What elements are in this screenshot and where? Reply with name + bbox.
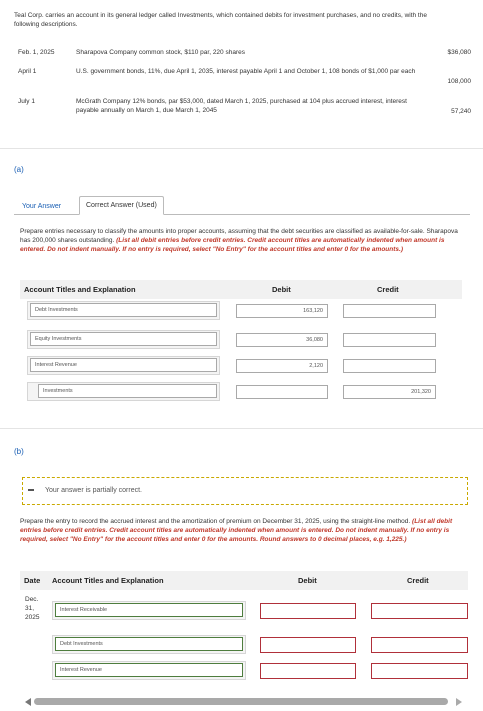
account-field[interactable]: Interest Revenue: [30, 358, 217, 372]
account-field[interactable]: Debt Investments: [30, 303, 217, 317]
divider: [0, 148, 483, 149]
credit-field[interactable]: [371, 637, 468, 653]
scroll-left-icon[interactable]: [25, 698, 31, 706]
header-account: Account Titles and Explanation: [52, 576, 164, 585]
debit-field[interactable]: [260, 637, 356, 653]
header-debit: Debit: [272, 285, 291, 294]
part-b-label: (b): [14, 447, 24, 456]
intro-text: Teal Corp. carries an account in its gen…: [14, 12, 427, 28]
divider: [0, 428, 483, 429]
part-a-table-header: Account Titles and Explanation Debit Cre…: [20, 280, 462, 299]
credit-field[interactable]: [371, 663, 468, 679]
account-field[interactable]: Interest Receivable: [55, 603, 243, 617]
credit-field[interactable]: [371, 603, 468, 619]
debit-field[interactable]: 36,080: [236, 333, 328, 347]
header-account: Account Titles and Explanation: [24, 285, 136, 294]
header-credit: Credit: [377, 285, 399, 294]
date-month: Dec.: [25, 596, 39, 603]
account-field[interactable]: Equity Investments: [30, 332, 217, 346]
credit-field[interactable]: [343, 359, 436, 373]
entry-date: Dec. 31, 2025: [25, 595, 39, 622]
tab-correct-answer[interactable]: Correct Answer (Used): [79, 196, 164, 215]
intro-description: Sharapova Company common stock, $110 par…: [76, 49, 245, 56]
status-text: Your answer is partially correct.: [45, 487, 143, 494]
scrollbar-thumb[interactable]: [34, 698, 448, 705]
part-b-instructions: Prepare the entry to record the accrued …: [20, 517, 466, 544]
intro-description: McGrath Company 12% bonds, par $53,000, …: [76, 98, 407, 114]
date-day: 31,: [25, 605, 35, 612]
header-date: Date: [24, 576, 41, 585]
credit-field[interactable]: 201,320: [343, 385, 436, 399]
instructions-text: Prepare the entry to record the accrued …: [20, 518, 411, 525]
debit-field[interactable]: [236, 385, 328, 399]
header-credit: Credit: [407, 576, 429, 585]
account-field-wrap: Interest Revenue: [27, 356, 220, 375]
account-field-wrap: Debt Investments: [27, 301, 220, 320]
intro-date: April 1: [18, 68, 37, 75]
date-year: 2025: [25, 614, 40, 621]
horizontal-scrollbar[interactable]: [22, 698, 468, 706]
credit-field[interactable]: [343, 304, 436, 318]
intro-amount: 57,240: [451, 108, 471, 115]
account-field[interactable]: Investments: [38, 384, 217, 398]
header-debit: Debit: [298, 576, 317, 585]
tab-your-answer[interactable]: Your Answer: [16, 198, 67, 215]
part-b-table-header: Date Account Titles and Explanation Debi…: [20, 571, 468, 590]
account-field-wrap: Debt Investments: [52, 635, 246, 654]
scroll-right-icon[interactable]: [456, 698, 462, 706]
account-field[interactable]: Debt Investments: [55, 637, 243, 651]
intro-amount: $36,080: [447, 49, 472, 56]
part-a-label: (a): [14, 165, 24, 174]
intro-description: U.S. government bonds, 11%, due April 1,…: [76, 68, 416, 75]
debit-field[interactable]: [260, 603, 356, 619]
account-field-wrap: Interest Receivable: [52, 601, 246, 620]
intro-date: Feb. 1, 2025: [18, 49, 55, 56]
debit-field[interactable]: 163,120: [236, 304, 328, 318]
part-a-instructions: Prepare entries necessary to classify th…: [20, 227, 460, 254]
intro-amount: 108,000: [447, 78, 472, 85]
partial-icon: [28, 489, 34, 491]
status-box: Your answer is partially correct.: [22, 477, 468, 505]
account-field-wrap: Equity Investments: [27, 330, 220, 349]
debit-field[interactable]: [260, 663, 356, 679]
account-field[interactable]: Interest Revenue: [55, 663, 243, 677]
credit-field[interactable]: [343, 333, 436, 347]
account-field-wrap: Investments: [27, 382, 220, 401]
account-field-wrap: Interest Revenue: [52, 661, 246, 680]
intro-date: July 1: [18, 98, 35, 105]
debit-field[interactable]: 2,120: [236, 359, 328, 373]
